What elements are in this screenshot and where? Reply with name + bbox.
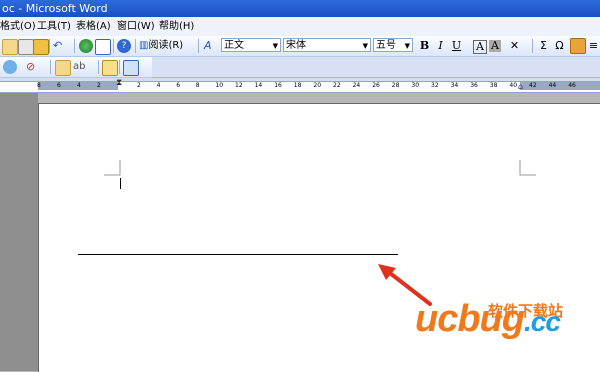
- text-caret: [120, 178, 121, 189]
- watermark-logo-suffix: .cc: [523, 306, 561, 337]
- watermark-logo-text: ucbug: [415, 298, 525, 340]
- crop-mark-left: [104, 160, 121, 176]
- crop-mark-right: [519, 160, 536, 176]
- horizontal-line[interactable]: [78, 254, 398, 255]
- watermark-logo: ucbug.cc: [415, 298, 561, 341]
